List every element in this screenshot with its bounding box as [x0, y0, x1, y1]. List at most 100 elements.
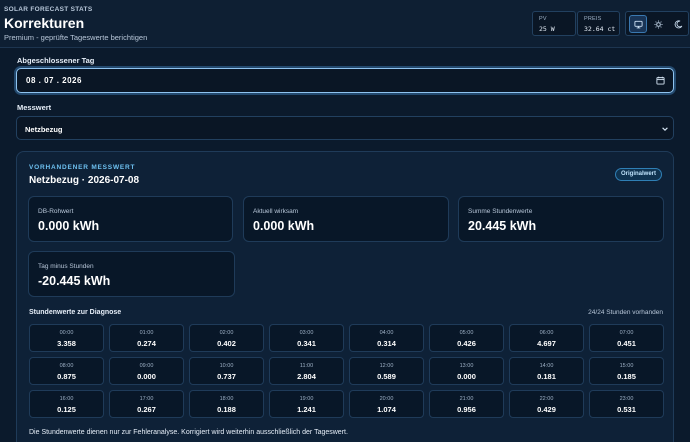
hour-cell: 16:00 0.125 — [29, 390, 104, 418]
date-input[interactable]: 08 . 07 . 2026 — [16, 68, 674, 93]
hour-cell: 22:00 0.429 — [509, 390, 584, 418]
brand-name: SOLAR FORECAST STATS — [4, 6, 93, 13]
hours-count: 24/24 Stunden vorhanden — [588, 309, 663, 316]
hour-cell: 10:00 0.737 — [189, 357, 264, 385]
hour-time: 07:00 — [619, 330, 634, 336]
hour-time: 11:00 — [299, 363, 314, 369]
metric-value: 20.445 kWh — [468, 219, 537, 233]
page-subtitle: Premium - geprüfte Tageswerte berichtige… — [4, 33, 148, 42]
hour-time: 22:00 — [539, 396, 554, 402]
hour-cell: 23:00 0.531 — [589, 390, 664, 418]
hour-value: 0.181 — [537, 372, 556, 381]
hour-value: 0.000 — [457, 372, 476, 381]
hour-value: 2.804 — [297, 372, 316, 381]
price-value: 32.64 ct — [584, 25, 616, 33]
theme-dark-button[interactable] — [669, 15, 687, 33]
metric-label: Tag minus Stunden — [38, 263, 94, 270]
hour-time: 01:00 — [139, 330, 154, 336]
hour-value: 0.875 — [57, 372, 76, 381]
footnote: Die Stundenwerte dienen nur zur Fehleran… — [29, 429, 348, 436]
moon-icon — [674, 19, 682, 28]
hour-value: 0.426 — [457, 339, 476, 348]
hour-cell: 04:00 0.314 — [349, 324, 424, 352]
hour-time: 12:00 — [379, 363, 394, 369]
calendar-icon[interactable] — [656, 76, 665, 85]
hour-value: 0.341 — [297, 339, 316, 348]
hour-value: 0.737 — [217, 372, 236, 381]
pv-value: 25 W — [539, 25, 555, 33]
theme-light-button[interactable] — [649, 15, 667, 33]
hour-cell: 19:00 1.241 — [269, 390, 344, 418]
theme-switcher — [625, 11, 689, 36]
hour-time: 23:00 — [619, 396, 634, 402]
hour-time: 16:00 — [59, 396, 74, 402]
hour-value: 0.429 — [537, 405, 556, 414]
metric-label: Aktuell wirksam — [253, 208, 299, 215]
measure-select[interactable]: Netzbezug — [16, 116, 674, 140]
hour-time: 19:00 — [299, 396, 314, 402]
hour-cell: 17:00 0.267 — [109, 390, 184, 418]
metric-value: 0.000 kWh — [38, 219, 100, 233]
hour-cell: 14:00 0.181 — [509, 357, 584, 385]
hour-value: 0.531 — [617, 405, 636, 414]
hour-value: 0.314 — [377, 339, 396, 348]
pv-stat: PV 25 W — [532, 11, 576, 36]
hour-time: 05:00 — [459, 330, 474, 336]
hour-cell: 07:00 0.451 — [589, 324, 664, 352]
metric-card-effective: Aktuell wirksam 0.000 kWh — [243, 196, 449, 242]
hour-value: 4.697 — [537, 339, 556, 348]
hour-cell: 11:00 2.804 — [269, 357, 344, 385]
theme-system-button[interactable] — [629, 15, 647, 33]
hour-value: 1.074 — [377, 405, 396, 414]
hour-time: 02:00 — [219, 330, 234, 336]
metric-label: Summe Stundenwerte — [468, 208, 533, 215]
hour-cell: 05:00 0.426 — [429, 324, 504, 352]
hour-value: 0.188 — [217, 405, 236, 414]
hour-time: 20:00 — [379, 396, 394, 402]
hour-time: 09:00 — [139, 363, 154, 369]
hour-value: 0.000 — [137, 372, 156, 381]
hour-cell: 09:00 0.000 — [109, 357, 184, 385]
metric-card-raw: DB-Rohwert 0.000 kWh — [28, 196, 233, 242]
hours-section-title: Stundenwerte zur Diagnose — [29, 309, 122, 316]
hour-cell: 18:00 0.188 — [189, 390, 264, 418]
hour-value: 0.125 — [57, 405, 76, 414]
hour-time: 15:00 — [619, 363, 634, 369]
hour-value: 3.358 — [57, 339, 76, 348]
price-stat: PREIS 32.64 ct — [577, 11, 620, 36]
hour-time: 03:00 — [299, 330, 314, 336]
hour-time: 21:00 — [459, 396, 474, 402]
hour-cell: 20:00 1.074 — [349, 390, 424, 418]
hour-time: 13:00 — [459, 363, 474, 369]
date-value: 08 . 07 . 2026 — [26, 76, 82, 85]
existing-value-panel: VORHANDENER MESSWERT Netzbezug · 2026-07… — [16, 151, 674, 442]
hour-value: 0.956 — [457, 405, 476, 414]
hour-cell: 03:00 0.341 — [269, 324, 344, 352]
hour-cell: 12:00 0.589 — [349, 357, 424, 385]
metric-value: 0.000 kWh — [253, 219, 315, 233]
status-badge: Originalwert — [614, 168, 662, 181]
monitor-icon — [633, 20, 643, 28]
metric-card-difference: Tag minus Stunden -20.445 kWh — [28, 251, 235, 297]
panel-title: Netzbezug · 2026-07-08 — [29, 175, 140, 186]
hour-grid: 00:00 3.358 01:00 0.274 02:00 0.402 03:00 0.341… — [29, 324, 664, 418]
price-label: PREIS — [584, 16, 602, 22]
hour-time: 18:00 — [219, 396, 234, 402]
metric-label: DB-Rohwert — [38, 208, 74, 215]
hour-value: 0.402 — [217, 339, 236, 348]
hour-time: 14:00 — [539, 363, 554, 369]
hour-cell: 06:00 4.697 — [509, 324, 584, 352]
hour-cell: 08:00 0.875 — [29, 357, 104, 385]
metric-card-hour-sum: Summe Stundenwerte 20.445 kWh — [458, 196, 664, 242]
hour-time: 10:00 — [219, 363, 234, 369]
sun-icon — [653, 19, 663, 29]
hour-time: 17:00 — [139, 396, 154, 402]
hour-time: 06:00 — [539, 330, 554, 336]
panel-kicker: VORHANDENER MESSWERT — [29, 164, 136, 171]
measure-selected-value: Netzbezug — [25, 125, 63, 134]
hour-time: 04:00 — [379, 330, 394, 336]
hour-time: 08:00 — [59, 363, 74, 369]
hour-value: 0.589 — [377, 372, 396, 381]
hour-cell: 15:00 0.185 — [589, 357, 664, 385]
hour-value: 0.274 — [137, 339, 156, 348]
